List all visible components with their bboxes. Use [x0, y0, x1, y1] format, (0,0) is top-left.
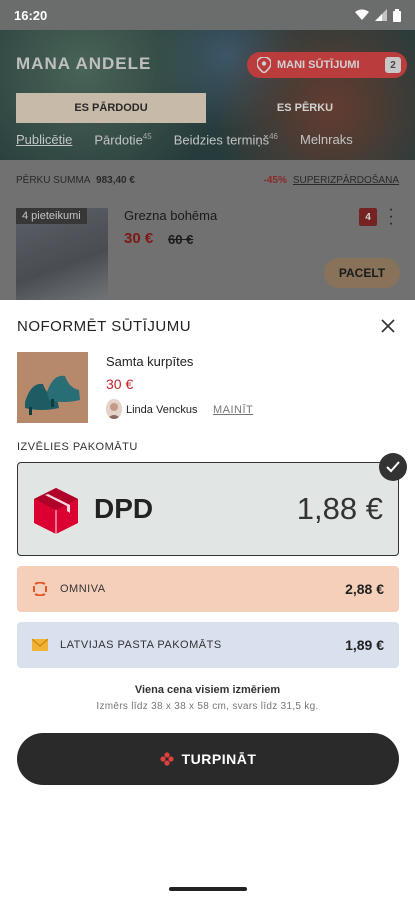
close-button[interactable] — [378, 316, 398, 336]
status-icons — [355, 8, 401, 22]
background-app: MANA ANDELE MANI SŪTĪJUMI 2 ES PĀRDODU E… — [0, 30, 415, 300]
continue-label: TURPINĀT — [181, 751, 257, 767]
avatar — [106, 399, 122, 419]
product-price: 30 € — [106, 376, 134, 392]
dpd-logo-icon — [34, 488, 78, 534]
sheet-title: NOFORMĒT SŪTĪJUMU — [17, 318, 192, 335]
change-seller-link[interactable]: MAINĪT — [213, 404, 253, 416]
shipping-option-latvijas-pasts[interactable]: LATVIJAS PASTA PAKOMĀTS 1,89 € — [17, 622, 399, 668]
shipping-option-omniva[interactable]: OMNIVA 2,88 € — [17, 566, 399, 612]
price-note-title: Viena cena visiem izmēriem — [134, 684, 281, 696]
wifi-icon — [355, 9, 369, 20]
clock: 16:20 — [14, 7, 48, 23]
omniva-icon — [32, 582, 48, 596]
option-price: 1,89 € — [345, 637, 384, 653]
continue-button[interactable]: TURPINĀT — [17, 733, 399, 785]
section-label: IZVĒLIES PAKOMĀTU — [17, 441, 138, 453]
scrim-overlay[interactable] — [0, 30, 415, 300]
product-title: Samta kurpītes — [106, 354, 194, 369]
home-indicator[interactable] — [169, 887, 247, 891]
brand-flower-icon — [160, 752, 174, 766]
signal-icon — [375, 9, 387, 21]
close-icon — [381, 319, 395, 333]
price-note-detail: Izmērs līdz 38 x 38 x 58 cm, svars līdz … — [96, 701, 319, 712]
seller-name: Linda Venckus — [126, 404, 198, 416]
envelope-icon — [32, 638, 48, 652]
option-name: DPD — [94, 493, 154, 524]
status-bar: 16:20 — [0, 0, 415, 30]
selected-check-icon — [379, 453, 407, 481]
shipping-sheet: NOFORMĒT SŪTĪJUMU Samta kurpītes 30 € Li… — [0, 300, 415, 900]
battery-icon — [393, 8, 401, 22]
option-price: 2,88 € — [345, 581, 384, 597]
option-name: OMNIVA — [60, 583, 106, 595]
shipping-option-dpd[interactable]: DPD 1,88 € — [17, 462, 399, 556]
product-image — [17, 352, 88, 423]
option-price: 1,88 € — [296, 491, 383, 526]
option-name: LATVIJAS PASTA PAKOMĀTS — [60, 639, 222, 651]
